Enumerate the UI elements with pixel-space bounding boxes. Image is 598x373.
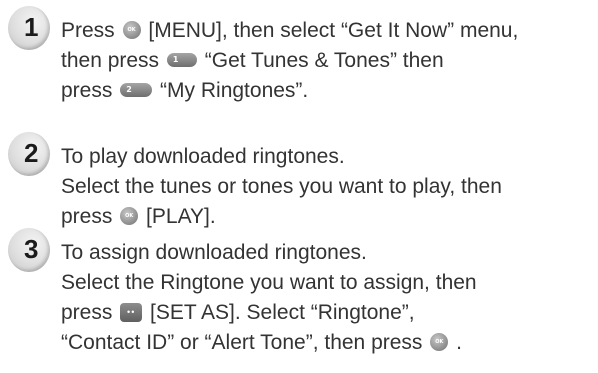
ok-key-icon [430,333,449,351]
step-line: “Contact ID” or “Alert Tone”, then press… [61,328,477,358]
step-line: Select the tunes or tones you want to pl… [61,175,502,198]
step-number-badge: 1 [8,6,50,50]
step-line: press 2 “My Ringtones”. [61,79,309,102]
key-1-icon: 1 [166,53,197,67]
step-text: To assign downloaded ringtones. Select t… [61,238,477,358]
step-line: then press 1 “Get Tunes & Tones” then [61,49,444,72]
step-line: To assign downloaded ringtones. [61,241,367,264]
key-2-icon: 2 [120,83,153,97]
step-text: To play downloaded ringtones. Select the… [61,142,502,232]
step-line: To play downloaded ringtones. [61,145,345,168]
step-line: press [PLAY]. [61,202,502,232]
ok-key-icon [120,207,139,225]
step-number-badge: 2 [8,132,50,176]
step-line: Press [MENU], then select “Get It Now” m… [61,16,518,46]
step-line: Select the Ringtone you want to assign, … [61,271,477,294]
step-line: press [SET AS]. Select “Ringtone”, [61,298,477,328]
left-soft-key-icon [120,303,143,322]
step-number-badge: 3 [8,228,50,272]
step-number: 2 [24,138,39,168]
step-text: Press [MENU], then select “Get It Now” m… [61,16,518,106]
ok-key-icon [122,21,141,39]
step-number: 1 [24,12,39,42]
step-number: 3 [24,234,39,264]
